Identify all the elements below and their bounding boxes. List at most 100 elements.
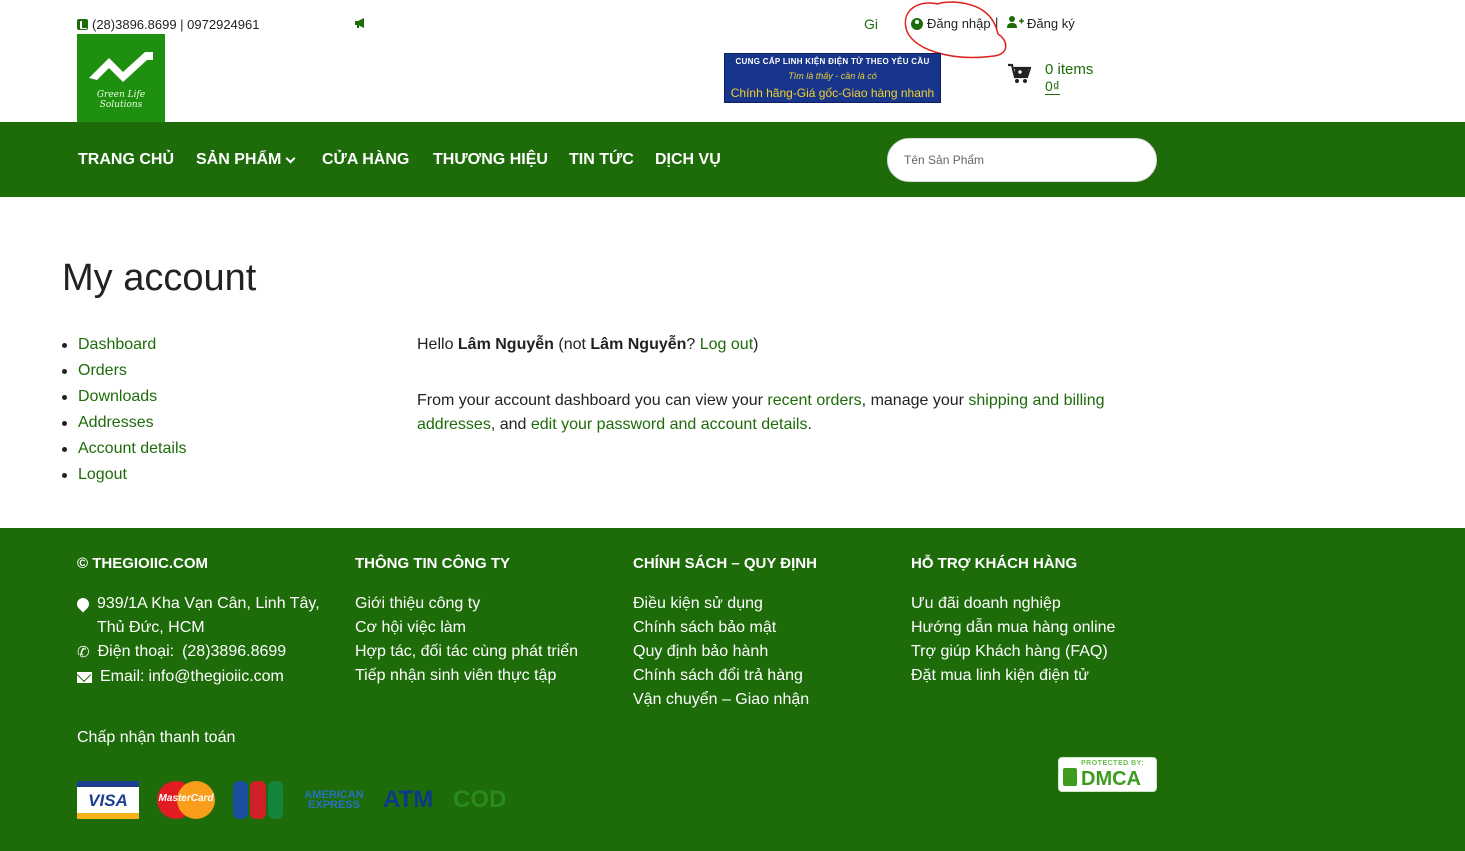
banner-line-2: Tìm là thấy - cần là có <box>788 71 877 81</box>
account-nav-link-downloads[interactable]: Downloads <box>78 388 157 405</box>
footer-link-faq[interactable]: Trợ giúp Khách hàng (FAQ) <box>911 643 1108 660</box>
desc-part-2: , manage your <box>861 392 969 409</box>
footer-heading-copyright: © THEGIOIIC.COM <box>77 555 209 572</box>
footer-email-link[interactable]: info@thegioiic.com <box>148 665 283 689</box>
nav-item-brands[interactable]: THƯƠNG HIỆU <box>433 151 548 169</box>
footer-link-partners[interactable]: Hợp tác, đối tác cùng phát triển <box>355 643 578 660</box>
mastercard-logo: MasterCard <box>157 781 215 819</box>
top-bar: (28)3896.8699 | 0972924961 Green Life So… <box>0 0 1465 122</box>
account-details-link[interactable]: edit your password and account details <box>531 416 808 433</box>
header-phone-text: (28)3896.8699 | 0972924961 <box>92 17 260 32</box>
cod-logo: COD <box>453 786 507 813</box>
login-label: Đăng nhập <box>927 16 991 31</box>
footer-link-internship[interactable]: Tiếp nhận sinh viên thực tập <box>355 667 556 684</box>
footer-link-returns[interactable]: Chính sách đổi trả hàng <box>633 667 803 684</box>
user-circle-icon <box>911 17 923 30</box>
dashboard-description: From your account dashboard you can view… <box>417 389 1137 437</box>
greeting-logout-link[interactable]: Log out <box>700 336 753 353</box>
map-pin-icon <box>74 595 92 613</box>
account-nav-link-addresses[interactable]: Addresses <box>78 414 154 431</box>
header-phone: (28)3896.8699 | 0972924961 <box>77 17 259 32</box>
footer-link-business-offers[interactable]: Ưu đãi doanh nghiệp <box>911 595 1061 612</box>
phone-square-icon <box>77 19 88 30</box>
recent-orders-link[interactable]: recent orders <box>767 392 861 409</box>
jcb-logo <box>233 781 283 819</box>
logo-text: Green Life Solutions <box>96 90 146 110</box>
footer-contact: 939/1A Kha Vạn Cân, Linh Tây, Thủ Đức, H… <box>74 592 337 689</box>
greeting: Hello Lâm Nguyễn (not Lâm Nguyễn? Log ou… <box>417 334 758 356</box>
footer-heading-info: THÔNG TIN CÔNG TY <box>355 555 510 572</box>
account-nav-link-orders[interactable]: Orders <box>78 362 127 379</box>
greeting-suffix: ) <box>753 336 759 353</box>
visa-logo-text: VISA <box>88 791 128 810</box>
footer-phone: ✆ Điện thoại: (28)3896.8699 <box>77 640 337 665</box>
account-nav-link-logout[interactable]: Logout <box>78 466 127 483</box>
account-nav-item-addresses: Addresses <box>62 411 187 437</box>
chevron-down-icon <box>285 153 296 163</box>
nav-label-news: TIN TỨC <box>569 151 634 168</box>
banner-line-3: Chính hãng-Giá gốc-Giao hàng nhanh <box>730 86 935 100</box>
account-nav-item-orders: Orders <box>62 359 187 385</box>
dmca-main-text: DMCA <box>1081 768 1141 790</box>
product-search-input[interactable] <box>887 138 1157 182</box>
nav-item-news[interactable]: TIN TỨC <box>569 151 634 169</box>
payment-title: Chấp nhận thanh toán <box>77 729 236 746</box>
footer-phone-number: (28)3896.8699 <box>182 643 287 660</box>
footer-link-warranty[interactable]: Quy định bảo hành <box>633 643 768 660</box>
footer-info-list: Giới thiệu công ty Cơ hội việc làm Hợp t… <box>355 592 578 688</box>
nav-label-services: DỊCH VỤ <box>655 151 721 168</box>
desc-part-3: , and <box>490 416 531 433</box>
nav-item-store[interactable]: CỬA HÀNG <box>322 151 409 169</box>
mastercard-logo-text: MasterCard <box>158 793 214 804</box>
nav-item-services[interactable]: DỊCH VỤ <box>655 151 721 169</box>
desc-part-1: From your account dashboard you can view… <box>417 392 768 409</box>
greeting-question: ? <box>686 336 700 353</box>
register-label: Đăng ký <box>1027 16 1075 31</box>
header-separator: | <box>995 15 999 30</box>
footer-link-privacy[interactable]: Chính sách bảo mật <box>633 619 776 636</box>
account-nav-link-account-details[interactable]: Account details <box>78 440 187 457</box>
nav-item-products[interactable]: SẢN PHẨM <box>196 151 296 169</box>
footer-col-policy: CHÍNH SÁCH – QUY ĐỊNH Điều kiện sử dụng … <box>633 555 817 712</box>
top-marquee-text: Gi <box>864 16 878 32</box>
site-footer: © THEGIOIIC.COM 939/1A Kha Vạn Cân, Linh… <box>0 528 1465 851</box>
footer-link-terms[interactable]: Điều kiện sử dụng <box>633 595 763 612</box>
cart-total[interactable]: 0₫ <box>1045 78 1060 95</box>
register-link[interactable]: Đăng ký <box>1007 16 1075 31</box>
cart-items-count[interactable]: 0 items <box>1045 61 1093 78</box>
megaphone-icon <box>354 17 368 32</box>
page-title: My account <box>62 257 257 299</box>
footer-link-careers[interactable]: Cơ hội việc làm <box>355 619 466 636</box>
greeting-not-prefix: (not <box>553 336 591 353</box>
account-navigation: Dashboard Orders Downloads Addresses Acc… <box>62 333 187 489</box>
footer-link-buying-guide[interactable]: Hướng dẫn mua hàng online <box>911 619 1115 636</box>
amex-logo: AMERICAN EXPRESS <box>304 789 364 811</box>
user-plus-icon <box>1007 16 1024 31</box>
footer-link-shipping[interactable]: Vận chuyển – Giao nhận <box>633 691 809 708</box>
nav-label-products: SẢN PHẨM <box>196 151 282 168</box>
footer-address-text: 939/1A Kha Vạn Cân, Linh Tây, Thủ Đức, H… <box>97 595 320 636</box>
promo-banner[interactable]: CUNG CẤP LINH KIỆN ĐIỆN TỬ THEO YÊU CẦU … <box>724 53 941 103</box>
footer-link-about[interactable]: Giới thiệu công ty <box>355 595 480 612</box>
footer-email-label: Email: <box>100 668 145 685</box>
banner-line-1: CUNG CẤP LINH KIỆN ĐIỆN TỬ THEO YÊU CẦU <box>735 57 930 66</box>
nav-item-home[interactable]: TRANG CHỦ <box>78 151 174 169</box>
account-nav-item-account-details: Account details <box>62 437 187 463</box>
footer-col-support: HỖ TRỢ KHÁCH HÀNG Ưu đãi doanh nghiệp Hư… <box>911 555 1115 688</box>
login-link[interactable]: Đăng nhập <box>911 16 991 31</box>
desc-part-4: . <box>807 416 812 433</box>
footer-heading-policy: CHÍNH SÁCH – QUY ĐỊNH <box>633 555 817 572</box>
footer-address: 939/1A Kha Vạn Cân, Linh Tây, Thủ Đức, H… <box>74 592 337 640</box>
footer-link-order-components[interactable]: Đặt mua linh kiện điện tử <box>911 667 1089 684</box>
cart-icon[interactable] <box>1007 63 1032 85</box>
lock-icon <box>1063 768 1077 786</box>
logo-mark-icon <box>89 52 153 82</box>
footer-heading-support: HỖ TRỢ KHÁCH HÀNG <box>911 555 1078 572</box>
nav-label-brands: THƯƠNG HIỆU <box>433 151 548 168</box>
account-nav-link-dashboard[interactable]: Dashboard <box>78 336 156 353</box>
visa-logo: VISA <box>77 781 139 819</box>
footer-phone-label: Điện thoại: <box>97 643 175 660</box>
site-logo[interactable]: Green Life Solutions <box>77 34 165 122</box>
greeting-username-2: Lâm Nguyễn <box>590 336 687 353</box>
dmca-badge[interactable]: PROTECTED BY: DMCA <box>1058 757 1157 792</box>
